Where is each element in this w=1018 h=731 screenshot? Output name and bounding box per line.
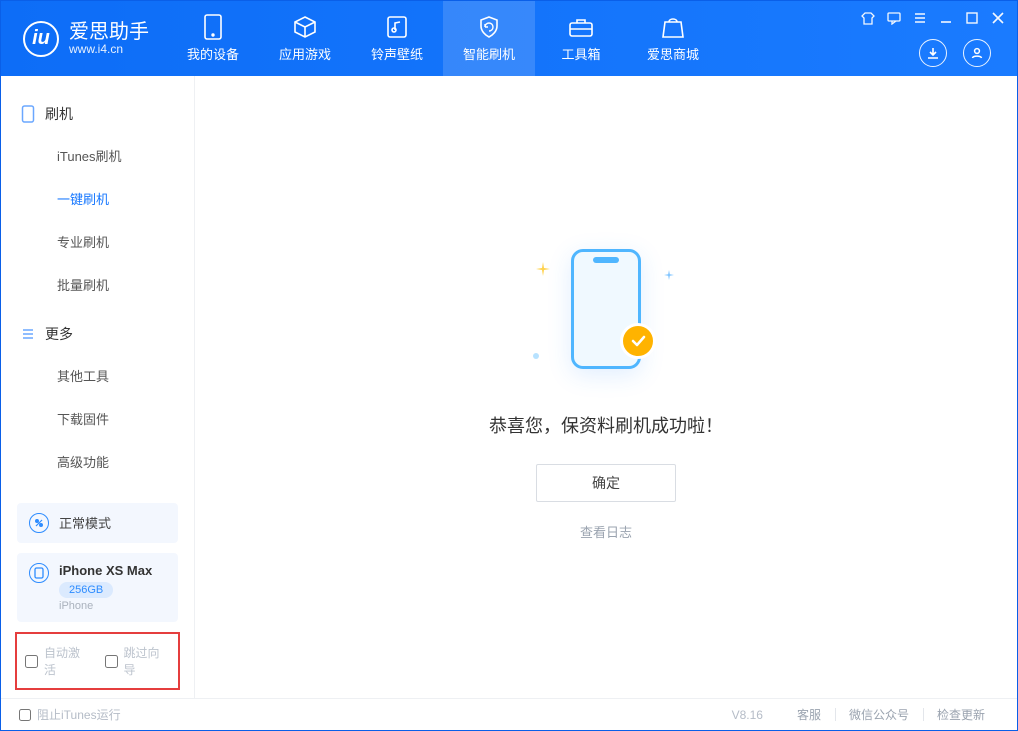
sidebar-item-other-tools[interactable]: 其他工具	[1, 354, 194, 397]
sidebar-group-more: 更多	[1, 314, 194, 354]
tab-apps-games[interactable]: 应用游戏	[259, 1, 351, 76]
feedback-icon[interactable]	[887, 11, 901, 25]
ok-button[interactable]: 确定	[536, 464, 676, 502]
header: iu 爱思助手 www.i4.cn 我的设备 应用游戏 铃声壁纸 智能刷机	[1, 1, 1017, 76]
checkbox-label: 阻止iTunes运行	[37, 706, 121, 723]
close-icon[interactable]	[991, 11, 1005, 25]
version-label: V8.16	[732, 708, 763, 722]
highlighted-options: 自动激活 跳过向导	[15, 632, 180, 690]
mode-icon	[29, 513, 49, 533]
menu-icon[interactable]	[913, 11, 927, 25]
music-file-icon	[384, 14, 410, 40]
tab-label: 工具箱	[561, 44, 600, 63]
footer-link-wechat[interactable]: 微信公众号	[835, 706, 923, 723]
success-check-icon	[620, 323, 656, 359]
toolbox-icon	[568, 14, 594, 40]
sidebar-item-pro-flash[interactable]: 专业刷机	[1, 220, 194, 263]
tab-label: 我的设备	[187, 44, 239, 63]
sparkle-icon	[536, 262, 550, 276]
brand-name: 爱思助手	[69, 21, 149, 43]
sidebar-item-advanced[interactable]: 高级功能	[1, 440, 194, 483]
success-message: 恭喜您，保资料刷机成功啦！	[489, 412, 723, 438]
tab-smart-flash[interactable]: 智能刷机	[443, 1, 535, 76]
download-button[interactable]	[919, 39, 947, 67]
device-name: iPhone XS Max	[59, 563, 152, 578]
brand: iu 爱思助手 www.i4.cn	[1, 1, 167, 76]
tab-label: 铃声壁纸	[371, 44, 423, 63]
sidebar-group-title: 刷机	[45, 104, 73, 124]
success-illustration	[526, 234, 686, 384]
tab-toolbox[interactable]: 工具箱	[535, 1, 627, 76]
status-bar: 阻止iTunes运行 V8.16 客服 微信公众号 检查更新	[1, 698, 1017, 730]
skin-icon[interactable]	[861, 11, 875, 25]
skip-wizard-checkbox[interactable]: 跳过向导	[105, 644, 171, 678]
footer-link-support[interactable]: 客服	[783, 706, 835, 723]
sidebar-item-download-firmware[interactable]: 下载固件	[1, 397, 194, 440]
brand-logo-icon: iu	[23, 21, 59, 57]
main-content: 恭喜您，保资料刷机成功啦！ 确定 查看日志	[195, 76, 1017, 698]
bag-icon	[660, 14, 686, 40]
top-tabs: 我的设备 应用游戏 铃声壁纸 智能刷机 工具箱 爱思商城	[167, 1, 861, 76]
view-log-link[interactable]: 查看日志	[580, 522, 632, 541]
checkbox-label: 自动激活	[44, 644, 91, 678]
tab-store[interactable]: 爱思商城	[627, 1, 719, 76]
sparkle-icon	[532, 352, 540, 360]
device-icon	[200, 14, 226, 40]
sidebar-item-batch-flash[interactable]: 批量刷机	[1, 263, 194, 306]
tab-my-device[interactable]: 我的设备	[167, 1, 259, 76]
mode-card[interactable]: 正常模式	[17, 503, 178, 543]
device-card[interactable]: iPhone XS Max 256GB iPhone	[17, 553, 178, 622]
shield-refresh-icon	[476, 14, 502, 40]
maximize-icon[interactable]	[965, 11, 979, 25]
tab-ringtones-wallpapers[interactable]: 铃声壁纸	[351, 1, 443, 76]
tab-label: 爱思商城	[647, 44, 699, 63]
sidebar: 刷机 iTunes刷机 一键刷机 专业刷机 批量刷机 更多 其他工具 下载固件 …	[1, 76, 195, 698]
footer-link-update[interactable]: 检查更新	[923, 706, 999, 723]
auto-activate-checkbox[interactable]: 自动激活	[25, 644, 91, 678]
device-type: iPhone	[59, 600, 152, 612]
device-storage: 256GB	[59, 582, 113, 598]
device-icon	[29, 563, 49, 583]
sidebar-item-itunes-flash[interactable]: iTunes刷机	[1, 134, 194, 177]
tab-label: 智能刷机	[463, 44, 515, 63]
tab-label: 应用游戏	[279, 44, 331, 63]
sidebar-group-title: 更多	[45, 324, 73, 344]
minimize-icon[interactable]	[939, 11, 953, 25]
account-button[interactable]	[963, 39, 991, 67]
mode-label: 正常模式	[59, 513, 111, 532]
app-window: iu 爱思助手 www.i4.cn 我的设备 应用游戏 铃声壁纸 智能刷机	[0, 0, 1018, 731]
sidebar-group-flash: 刷机	[1, 94, 194, 134]
checkbox-label: 跳过向导	[124, 644, 171, 678]
sparkle-icon	[664, 270, 674, 280]
cube-icon	[292, 14, 318, 40]
block-itunes-checkbox[interactable]: 阻止iTunes运行	[19, 706, 121, 723]
sidebar-item-onekey-flash[interactable]: 一键刷机	[1, 177, 194, 220]
brand-url: www.i4.cn	[69, 43, 149, 56]
